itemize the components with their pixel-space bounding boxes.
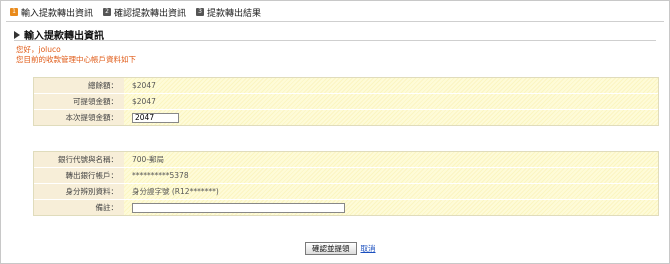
id-row: 身分辨別資料： 身分證字號 (R12*******)	[34, 184, 658, 200]
withdraw-amount-label: 本次提領金額：	[34, 110, 124, 125]
id-label: 身分辨別資料：	[34, 184, 124, 199]
withdraw-amount-row: 本次提領金額：	[34, 110, 658, 125]
bank-row: 銀行代號與名稱： 700-郵局	[34, 152, 658, 168]
step-label: 輸入提款轉出資訊	[21, 8, 94, 19]
bank-value: 700-郵局	[124, 152, 658, 167]
withdraw-amount-input[interactable]	[132, 112, 179, 123]
divider	[14, 40, 656, 41]
step-label: 確認提款轉出資訊	[114, 8, 187, 19]
triangle-bullet-icon	[14, 30, 20, 39]
greeting-message: 您目前的收款管理中心帳戶資料如下	[16, 55, 136, 64]
step-number-badge: 3	[196, 8, 205, 16]
cancel-link[interactable]: 取消	[361, 243, 376, 254]
action-bar: 確認並提領 取消	[305, 242, 376, 255]
bank-label: 銀行代號與名稱：	[34, 152, 124, 167]
available-amount-value: $2047	[124, 94, 658, 109]
account-value: **********5378	[124, 168, 658, 183]
step-indicator: 1 輸入提款轉出資訊 2 確認提款轉出資訊 3 提款轉出結果	[10, 5, 271, 19]
confirm-withdraw-button[interactable]: 確認並提領	[305, 242, 357, 255]
account-row: 轉出銀行帳戶： **********5378	[34, 168, 658, 184]
step-2: 2 確認提款轉出資訊	[103, 6, 186, 19]
step-number-badge: 2	[103, 8, 112, 16]
step-3: 3 提款轉出結果	[196, 6, 261, 19]
greeting: 您好，joluco 您目前的收款管理中心帳戶資料如下	[16, 45, 136, 65]
note-cell	[124, 200, 658, 215]
divider	[6, 21, 664, 22]
greeting-user: 您好，joluco	[16, 45, 61, 54]
account-label: 轉出銀行帳戶：	[34, 168, 124, 183]
note-input[interactable]	[132, 202, 345, 213]
available-amount-label: 可提領金額：	[34, 94, 124, 109]
amount-panel: 總餘額： $2047 可提領金額： $2047 本次提領金額：	[33, 77, 659, 126]
total-balance-value: $2047	[124, 78, 658, 93]
step-label: 提款轉出結果	[207, 8, 262, 19]
total-balance-label: 總餘額：	[34, 78, 124, 93]
id-value: 身分證字號 (R12*******)	[124, 184, 658, 199]
bank-panel: 銀行代號與名稱： 700-郵局 轉出銀行帳戶： **********5378 身…	[33, 151, 659, 216]
step-number-badge: 1	[10, 8, 18, 16]
note-row: 備註：	[34, 200, 658, 215]
total-balance-row: 總餘額： $2047	[34, 78, 658, 94]
note-label: 備註：	[34, 200, 124, 215]
withdraw-amount-cell	[124, 110, 658, 125]
step-1: 1 輸入提款轉出資訊	[10, 6, 93, 19]
available-amount-row: 可提領金額： $2047	[34, 94, 658, 110]
